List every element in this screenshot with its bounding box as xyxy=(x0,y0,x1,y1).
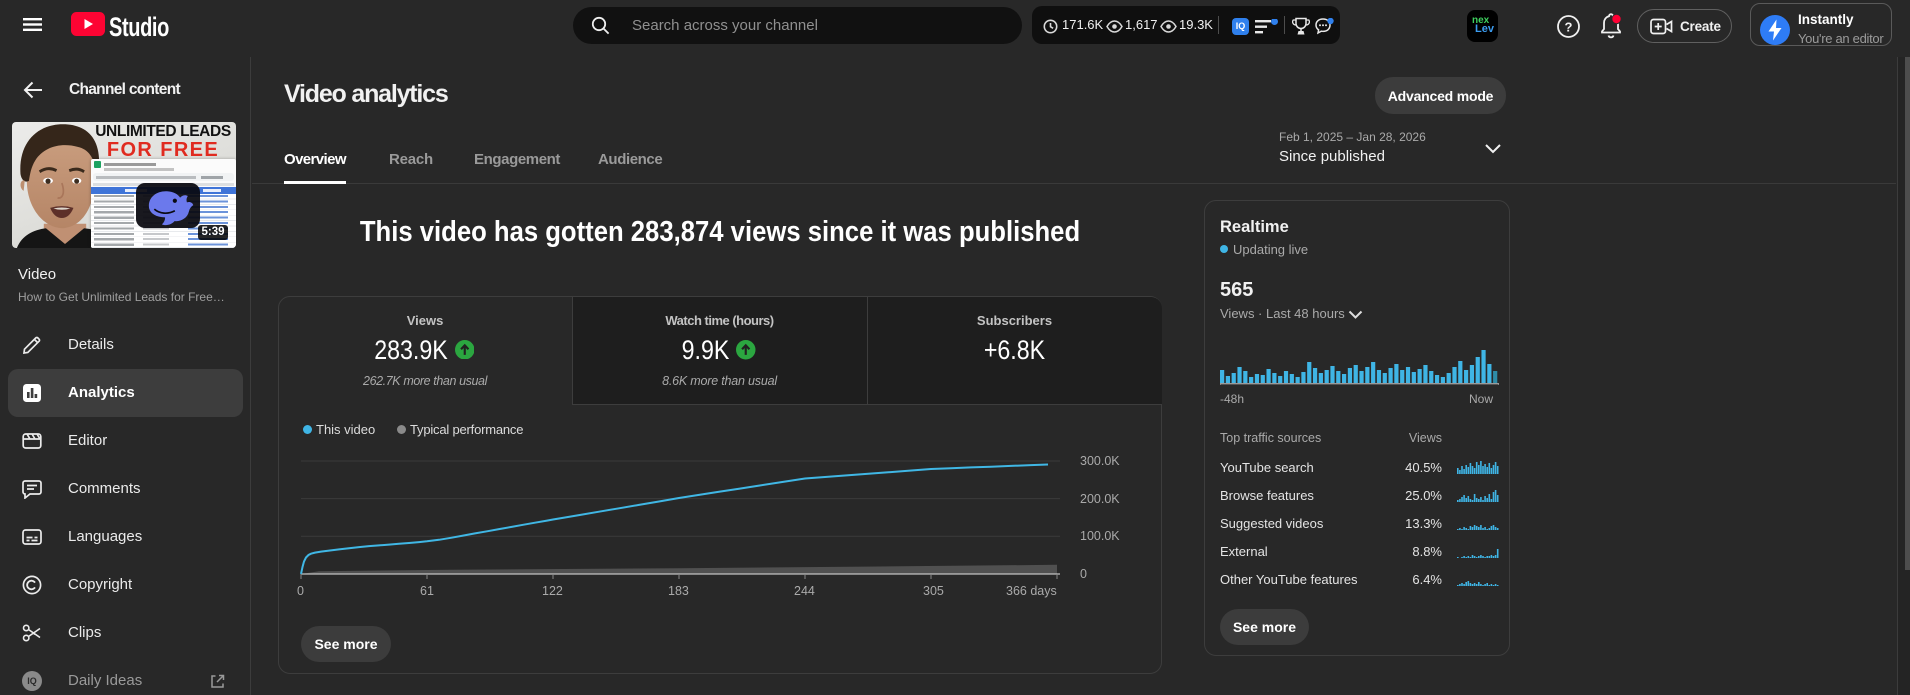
svg-text:?: ? xyxy=(1565,20,1573,35)
